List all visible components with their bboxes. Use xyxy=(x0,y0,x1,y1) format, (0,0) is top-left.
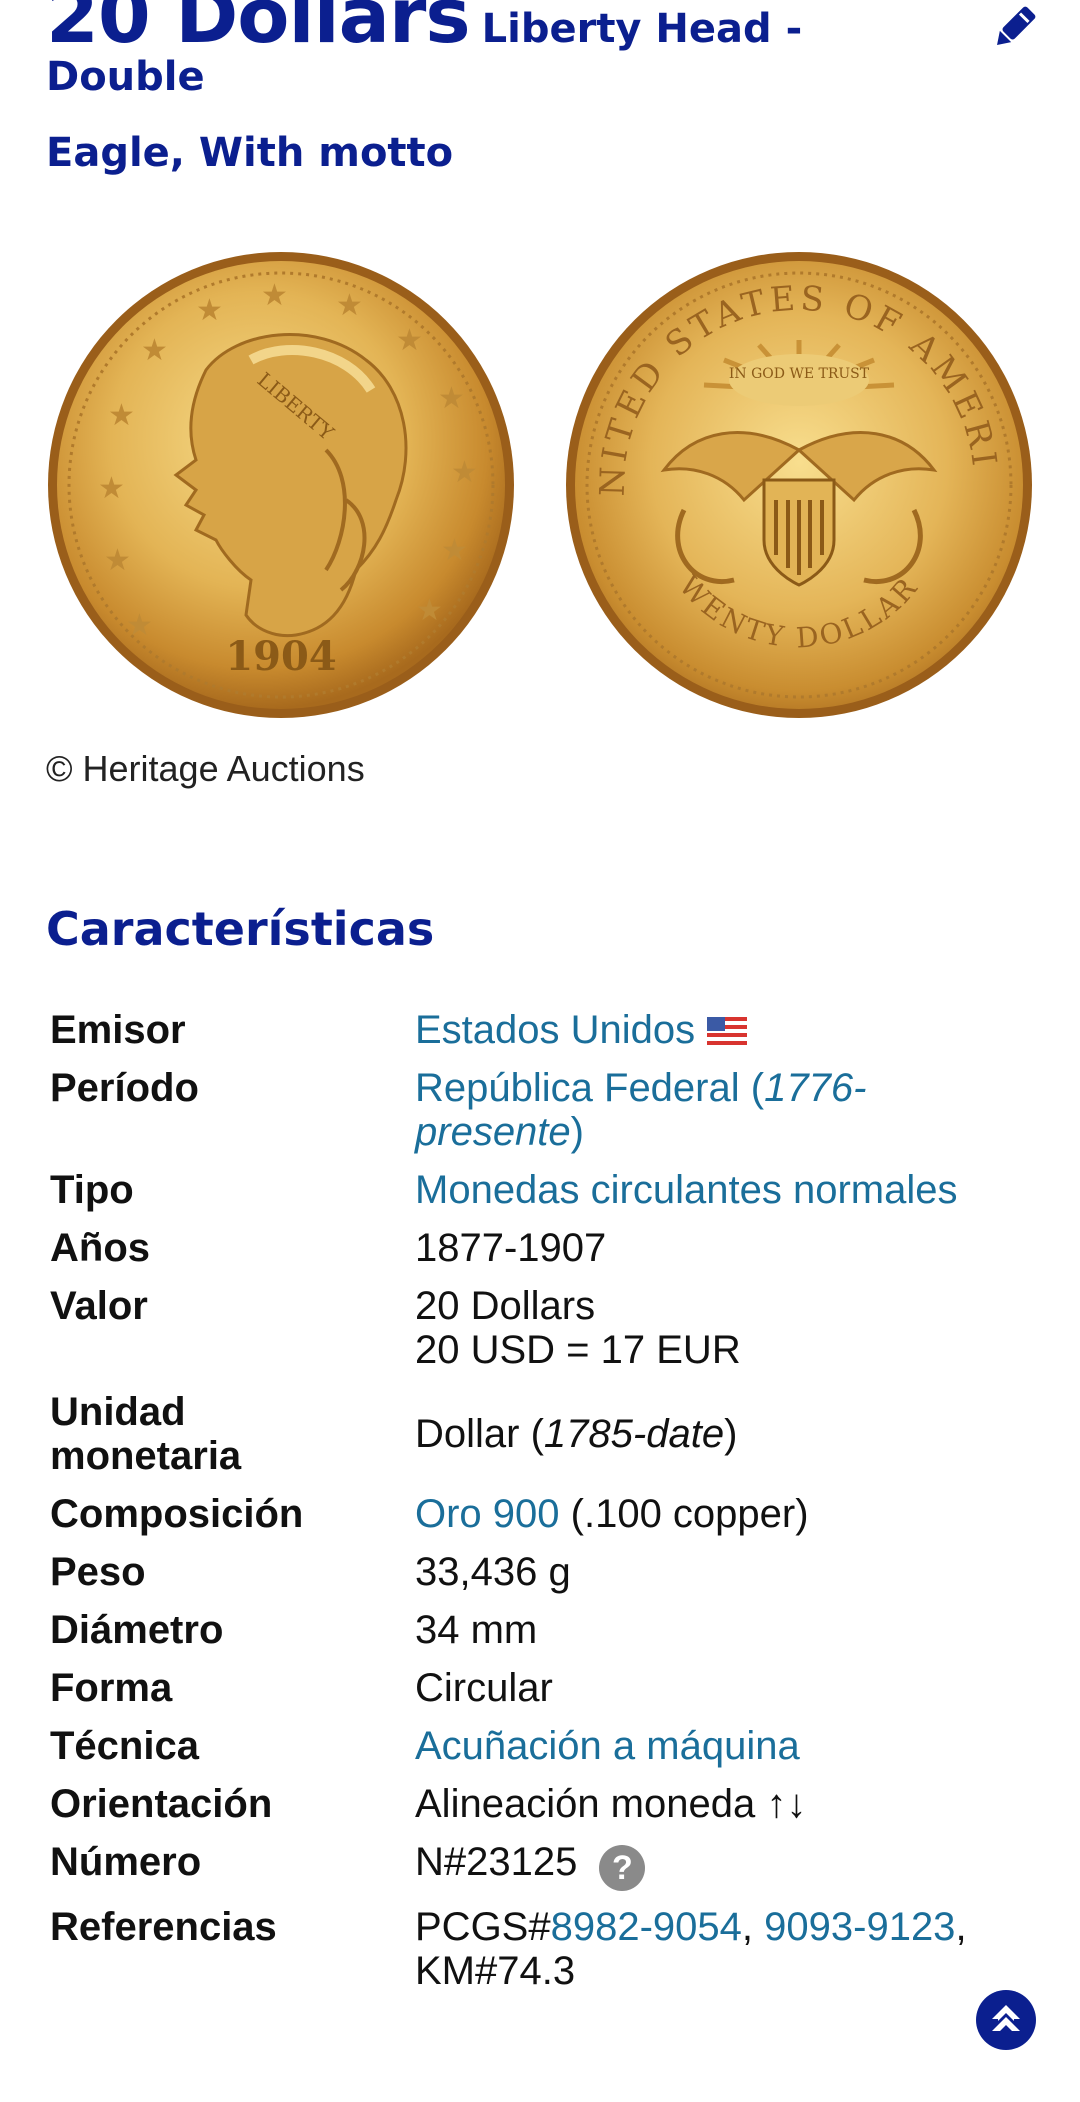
value-periodo[interactable]: República Federal (1776-presente) xyxy=(415,1066,885,1154)
composition-link[interactable]: Oro 900 xyxy=(415,1492,560,1536)
svg-text:★: ★ xyxy=(98,471,125,506)
image-credit: © Heritage Auctions xyxy=(46,748,365,789)
row-forma: Forma Circular xyxy=(50,1666,1010,1710)
ref-link-1[interactable]: 8982-9054 xyxy=(551,1905,742,1949)
value-diametro: 34 mm xyxy=(415,1608,538,1652)
value-conversion: 20 USD = 17 EUR xyxy=(415,1328,741,1372)
svg-text:★: ★ xyxy=(108,398,135,433)
value-tecnica[interactable]: Acuñación a máquina xyxy=(415,1724,800,1768)
row-emisor: Emisor Estados Unidos xyxy=(50,1008,1010,1052)
characteristics-table: Emisor Estados Unidos Período República … xyxy=(50,1008,1010,2007)
label-peso: Peso xyxy=(50,1550,146,1594)
value-valor: 20 Dollars 20 USD = 17 EUR xyxy=(415,1284,741,1372)
value-anos: 1877-1907 xyxy=(415,1226,607,1270)
svg-text:★: ★ xyxy=(261,278,288,313)
coin-date: 1904 xyxy=(225,633,336,680)
title-sub-continued: Eagle, With motto xyxy=(46,130,454,176)
svg-text:★: ★ xyxy=(441,533,468,568)
unit-close-paren: ) xyxy=(724,1412,738,1456)
reverse-motto: IN GOD WE TRUST xyxy=(729,366,870,382)
svg-text:★: ★ xyxy=(396,323,423,358)
label-diametro: Diámetro xyxy=(50,1608,224,1652)
coin-obverse-image[interactable]: ★ ★ ★ ★ ★ ★ ★ ★ ★ ★ ★ ★ ★ LIBERTY 1904 xyxy=(46,250,516,720)
ref-tail: , xyxy=(955,1905,967,1949)
row-periodo: Período República Federal (1776-presente… xyxy=(50,1066,1010,1154)
svg-text:★: ★ xyxy=(126,608,153,643)
label-tecnica: Técnica xyxy=(50,1724,199,1768)
row-anos: Años 1877-1907 xyxy=(50,1226,1010,1270)
row-referencias: Referencias PCGS#8982-9054, 9093-9123, K… xyxy=(50,1905,1010,1993)
svg-text:★: ★ xyxy=(438,381,465,416)
label-unidad-line1: Unidad xyxy=(50,1390,186,1434)
label-tipo: Tipo xyxy=(50,1168,134,1212)
label-numero: Número xyxy=(50,1840,202,1884)
value-numero: N#23125? xyxy=(415,1840,646,1891)
label-emisor: Emisor xyxy=(50,1008,186,1052)
title-main: 20 Dollars xyxy=(46,0,471,60)
svg-text:★: ★ xyxy=(336,288,363,323)
value-orientacion: Alineación moneda ↑↓ xyxy=(415,1782,807,1826)
help-icon[interactable]: ? xyxy=(599,1845,646,1891)
row-orientacion: Orientación Alineación moneda ↑↓ xyxy=(50,1782,1010,1826)
svg-text:★: ★ xyxy=(196,293,223,328)
unit-date: 1785-date xyxy=(543,1412,725,1456)
composition-detail: (.100 copper) xyxy=(559,1492,809,1536)
row-composicion: Composición Oro 900 (.100 copper) xyxy=(50,1492,1010,1536)
row-unidad: Unidad monetaria Dollar (1785-date) xyxy=(50,1390,1010,1478)
row-numero: Número N#23125? xyxy=(50,1840,1010,1891)
row-diametro: Diámetro 34 mm xyxy=(50,1608,1010,1652)
value-composicion: Oro 900 (.100 copper) xyxy=(415,1492,809,1536)
row-peso: Peso 33,436 g xyxy=(50,1550,1010,1594)
ref-separator: , xyxy=(741,1905,765,1949)
unit-name: Dollar ( xyxy=(415,1412,544,1456)
coin-images: ★ ★ ★ ★ ★ ★ ★ ★ ★ ★ ★ ★ ★ LIBERTY 1904 N… xyxy=(46,250,1036,730)
label-composicion: Composición xyxy=(50,1492,304,1536)
row-tecnica: Técnica Acuñación a máquina xyxy=(50,1724,1010,1768)
row-valor: Valor 20 Dollars 20 USD = 17 EUR xyxy=(50,1284,1010,1372)
value-forma: Circular xyxy=(415,1666,553,1710)
row-tipo: Tipo Monedas circulantes normales xyxy=(50,1168,1010,1212)
us-flag-icon xyxy=(707,1017,748,1047)
section-title-characteristics: Características xyxy=(46,902,435,956)
label-unidad-line2: monetaria xyxy=(50,1434,242,1478)
svg-text:★: ★ xyxy=(141,333,168,368)
period-link[interactable]: República Federal xyxy=(415,1066,740,1110)
label-referencias: Referencias xyxy=(50,1905,277,1949)
chevron-up-icon xyxy=(992,2005,1020,2031)
pencil-icon[interactable] xyxy=(988,2,1040,54)
svg-text:★: ★ xyxy=(104,543,131,578)
value-unidad: Dollar (1785-date) xyxy=(415,1412,737,1456)
issuer-link[interactable]: Estados Unidos xyxy=(415,1008,695,1052)
period-open-paren: ( xyxy=(739,1066,765,1110)
label-anos: Años xyxy=(50,1226,150,1270)
value-face: 20 Dollars xyxy=(415,1284,596,1328)
value-emisor: Estados Unidos xyxy=(415,1008,748,1052)
scroll-to-top-button[interactable] xyxy=(976,1990,1036,2050)
label-periodo: Período xyxy=(50,1066,199,1110)
period-close-paren: ) xyxy=(570,1110,584,1154)
ref-link-2[interactable]: 9093-9123 xyxy=(764,1905,955,1949)
ref-prefix: PCGS# xyxy=(415,1905,551,1949)
value-tipo[interactable]: Monedas circulantes normales xyxy=(415,1168,957,1212)
svg-text:★: ★ xyxy=(416,593,443,628)
coin-reverse-image[interactable]: UNITED STATES OF AMERICA TWENTY DOLLARS … xyxy=(564,250,1034,720)
label-orientacion: Orientación xyxy=(50,1782,273,1826)
page-title: 20 Dollars Liberty Head - Double xyxy=(46,0,966,100)
coin-page: 20 Dollars Liberty Head - Double Eagle, W… xyxy=(0,0,1080,2102)
svg-text:★: ★ xyxy=(451,455,478,490)
catalog-number: N#23125 xyxy=(415,1840,578,1884)
value-peso: 33,436 g xyxy=(415,1550,571,1594)
value-referencias: PCGS#8982-9054, 9093-9123, KM#74.3 xyxy=(415,1905,967,1993)
label-valor: Valor xyxy=(50,1284,148,1328)
ref-km: KM#74.3 xyxy=(415,1949,576,1993)
label-unidad: Unidad monetaria xyxy=(50,1390,415,1478)
label-forma: Forma xyxy=(50,1666,173,1710)
